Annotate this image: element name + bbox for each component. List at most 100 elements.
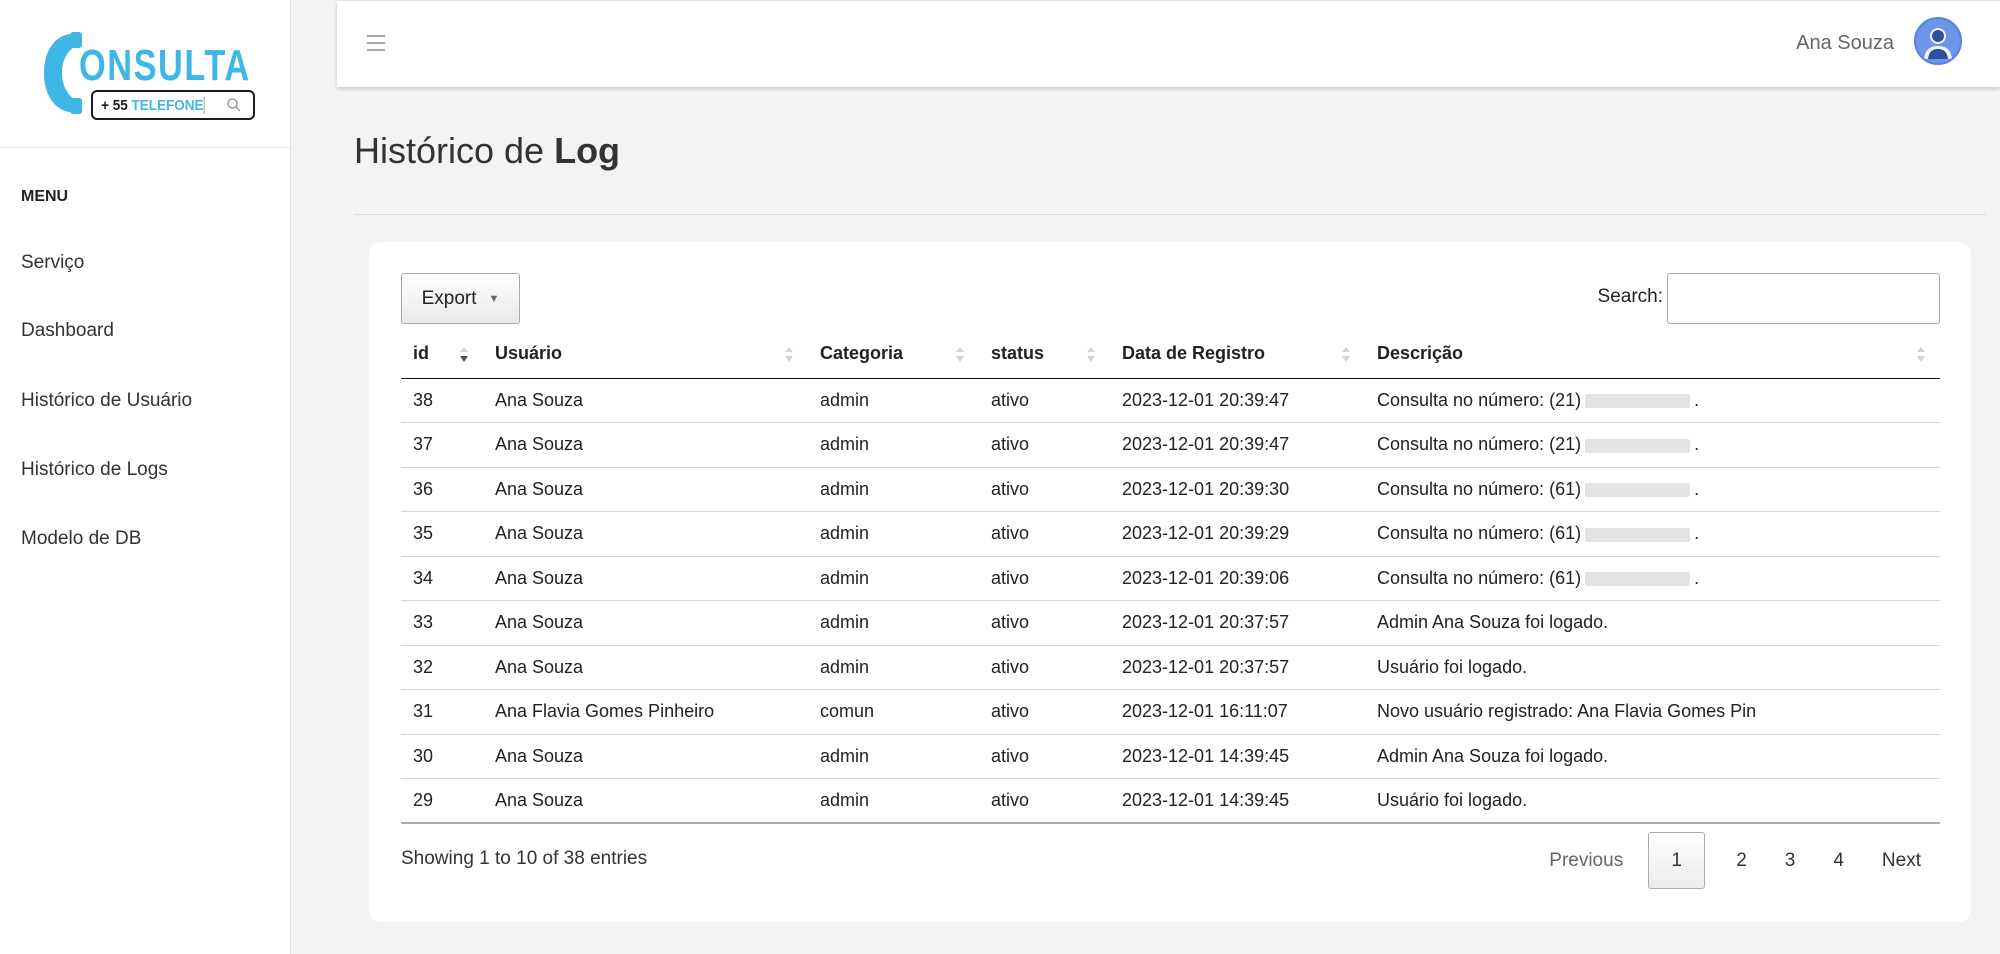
- cell-usuario: Ana Souza: [483, 378, 808, 423]
- log-table: id Usuário Categoria status Data de Regi…: [401, 330, 1940, 824]
- sidebar-item-historico-logs[interactable]: Histórico de Logs: [21, 459, 168, 481]
- cell-descricao: Consulta no número: (61).: [1365, 556, 1940, 601]
- cell-usuario: Ana Souza: [483, 556, 808, 601]
- table-body: 38 Ana Souza admin ativo 2023-12-01 20:39:47…: [401, 378, 1940, 824]
- cell-categoria: admin: [808, 511, 979, 557]
- cell-data-registro: 2023-12-01 20:39:47: [1110, 378, 1365, 423]
- cell-descricao: Consulta no número: (21).: [1365, 422, 1940, 468]
- cell-status: ativo: [979, 556, 1110, 601]
- cell-data-registro: 2023-12-01 20:39:29: [1110, 511, 1365, 557]
- cell-data-registro: 2023-12-01 20:39:06: [1110, 556, 1365, 601]
- cell-id: 30: [401, 734, 483, 779]
- cell-usuario: Ana Souza: [483, 511, 808, 557]
- sidebar-item-modelo-db[interactable]: Modelo de DB: [21, 528, 141, 550]
- cell-usuario: Ana Souza: [483, 778, 808, 824]
- cell-status: ativo: [979, 689, 1110, 735]
- search-label: Search:: [1597, 286, 1663, 307]
- logo-tagline-box: + 55 TELEFONE: [91, 90, 255, 120]
- redacted-phone: [1585, 438, 1691, 453]
- column-header-data[interactable]: Data de Registro: [1110, 330, 1365, 379]
- cell-id: 31: [401, 689, 483, 735]
- page-button-3[interactable]: 3: [1766, 832, 1815, 889]
- user-name[interactable]: Ana Souza: [1796, 32, 1894, 55]
- table-row: 34 Ana Souza admin ativo 2023-12-01 20:39:06…: [401, 556, 1940, 601]
- redacted-phone: [1585, 527, 1691, 542]
- cell-descricao: Usuário foi logado.: [1365, 778, 1940, 824]
- cell-data-registro: 2023-12-01 14:39:45: [1110, 734, 1365, 779]
- logo[interactable]: ONSULTA + 55 TELEFONE: [0, 0, 290, 148]
- cell-data-registro: 2023-12-01 20:37:57: [1110, 600, 1365, 646]
- cell-data-registro: 2023-12-01 20:37:57: [1110, 645, 1365, 690]
- cell-id: 35: [401, 511, 483, 557]
- cell-data-registro: 2023-12-01 20:39:47: [1110, 422, 1365, 468]
- cell-id: 37: [401, 422, 483, 468]
- cell-categoria: admin: [808, 422, 979, 468]
- cell-id: 36: [401, 467, 483, 512]
- cell-usuario: Ana Souza: [483, 600, 808, 646]
- cell-data-registro: 2023-12-01 16:11:07: [1110, 689, 1365, 735]
- table-row: 36 Ana Souza admin ativo 2023-12-01 20:39:30…: [401, 467, 1940, 512]
- cell-descricao: Usuário foi logado.: [1365, 645, 1940, 690]
- hamburger-icon[interactable]: [367, 35, 385, 51]
- cell-usuario: Ana Souza: [483, 467, 808, 512]
- cell-id: 32: [401, 645, 483, 690]
- page-button-4[interactable]: 4: [1814, 832, 1863, 889]
- cell-descricao: Consulta no número: (61).: [1365, 511, 1940, 557]
- redacted-phone: [1585, 394, 1691, 408]
- column-header-usuario[interactable]: Usuário: [483, 330, 808, 379]
- phone-icon: [44, 32, 82, 114]
- redacted-phone: [1585, 483, 1691, 497]
- page-button-2[interactable]: 2: [1717, 832, 1766, 889]
- cell-categoria: admin: [808, 734, 979, 779]
- cell-descricao: Admin Ana Souza foi logado.: [1365, 600, 1940, 646]
- cell-status: ativo: [979, 378, 1110, 423]
- column-header-categoria[interactable]: Categoria: [808, 330, 979, 379]
- table-row: 35 Ana Souza admin ativo 2023-12-01 20:39:29…: [401, 511, 1940, 557]
- user-avatar-icon[interactable]: [1914, 17, 1962, 65]
- cell-id: 29: [401, 778, 483, 824]
- cell-descricao: Novo usuário registrado: Ana Flavia Gome…: [1365, 689, 1940, 735]
- page-button-1[interactable]: 1: [1648, 832, 1706, 889]
- export-button[interactable]: Export ▼: [401, 273, 520, 324]
- cell-usuario: Ana Souza: [483, 422, 808, 468]
- table-row: 29 Ana Souza admin ativo 2023-12-01 14:39:45…: [401, 778, 1940, 824]
- sidebar-item-historico-usuario[interactable]: Histórico de Usuário: [21, 390, 192, 412]
- cell-status: ativo: [979, 422, 1110, 468]
- sidebar-item-servico[interactable]: Serviço: [21, 252, 84, 274]
- table-row: 37 Ana Souza admin ativo 2023-12-01 20:39:47…: [401, 422, 1940, 468]
- sidebar: ONSULTA + 55 TELEFONE MENU Serviço Dashb…: [0, 0, 291, 954]
- cell-id: 33: [401, 600, 483, 646]
- topbar: Ana Souza: [337, 0, 2000, 87]
- next-button[interactable]: Next: [1863, 832, 1940, 889]
- entries-info: Showing 1 to 10 of 38 entries: [401, 848, 648, 869]
- cell-categoria: admin: [808, 600, 979, 646]
- cell-descricao: Consulta no número: (21).: [1365, 378, 1940, 423]
- cell-id: 34: [401, 556, 483, 601]
- cell-categoria: comun: [808, 689, 979, 735]
- header-divider: [354, 214, 1986, 215]
- column-header-descricao[interactable]: Descrição: [1365, 330, 1940, 379]
- table-row: 38 Ana Souza admin ativo 2023-12-01 20:39:47…: [401, 378, 1940, 423]
- logo-tel: TELEFONE: [131, 96, 204, 114]
- column-header-status[interactable]: status: [979, 330, 1110, 379]
- sort-arrows-icon: [956, 347, 964, 362]
- cell-status: ativo: [979, 734, 1110, 779]
- cell-status: ativo: [979, 467, 1110, 512]
- cell-status: ativo: [979, 511, 1110, 557]
- logo-word: ONSULTA: [79, 41, 251, 90]
- column-header-id[interactable]: id: [401, 330, 483, 379]
- logo-prefix: + 55: [101, 96, 128, 114]
- sort-arrows-icon: [785, 347, 793, 362]
- cell-categoria: admin: [808, 778, 979, 824]
- search-input[interactable]: [1667, 273, 1940, 324]
- pagination: Previous 1 2 3 4 Next: [1530, 832, 1940, 889]
- cell-usuario: Ana Souza: [483, 645, 808, 690]
- redacted-phone: [1585, 572, 1691, 586]
- cell-descricao: Admin Ana Souza foi logado.: [1365, 734, 1940, 779]
- previous-button[interactable]: Previous: [1530, 832, 1648, 889]
- sort-arrows-icon: [1087, 347, 1095, 362]
- sidebar-item-dashboard[interactable]: Dashboard: [21, 320, 114, 342]
- cell-categoria: admin: [808, 556, 979, 601]
- cell-status: ativo: [979, 645, 1110, 690]
- menu-title: MENU: [21, 188, 69, 205]
